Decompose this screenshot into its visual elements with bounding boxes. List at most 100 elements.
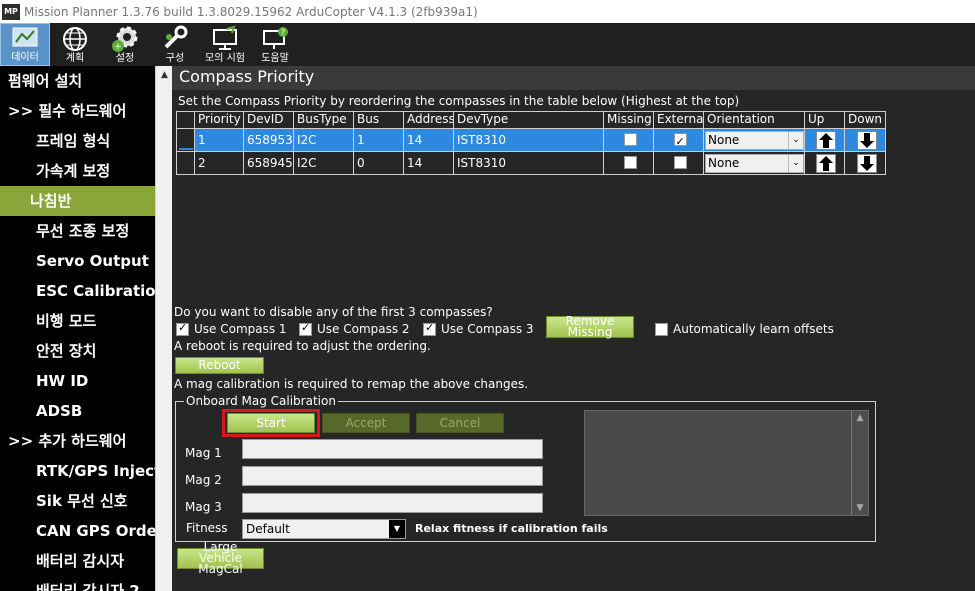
- scroll-down-icon[interactable]: ▼: [852, 501, 868, 515]
- sidebar-item-install-firmware[interactable]: 펌웨어 설치: [0, 66, 155, 96]
- sidebar-item-flight-modes[interactable]: 비행 모드: [0, 306, 155, 336]
- sidebar-item-accel-calibration[interactable]: 가속계 보정: [0, 156, 155, 186]
- mag3-progress: [242, 493, 543, 513]
- chevron-down-icon[interactable]: ⌄: [788, 155, 803, 172]
- page-title: Compass Priority: [172, 66, 975, 90]
- move-down-button[interactable]: [856, 154, 877, 173]
- sidebar-item-frame-type[interactable]: 프레임 형식: [0, 126, 155, 156]
- mag2-label: Mag 2: [185, 473, 222, 487]
- sidebar-scrollbar[interactable]: ▲: [155, 66, 172, 591]
- gear-icon: +: [112, 26, 138, 52]
- row-header[interactable]: [177, 152, 195, 174]
- cell-missing: [604, 152, 654, 174]
- log-scrollbar[interactable]: ▲ ▼: [851, 411, 868, 515]
- toolbar-plan-button[interactable]: 계획: [50, 23, 100, 66]
- use-compass-1-checkbox[interactable]: Use Compass 1: [176, 321, 287, 336]
- cell-external: [654, 129, 704, 151]
- start-button[interactable]: Start: [227, 413, 315, 433]
- chevron-down-icon[interactable]: ⌄: [788, 132, 803, 149]
- cell-bustype: I2C: [294, 152, 354, 174]
- remove-missing-button[interactable]: Remove Missing: [546, 315, 634, 338]
- external-checkbox[interactable]: [673, 131, 687, 151]
- sidebar-item-battery-monitor[interactable]: 배터리 감시자: [0, 546, 155, 576]
- sidebar-item-adsb[interactable]: ADSB: [0, 396, 155, 426]
- toolbar-config-button[interactable]: 구성: [150, 23, 200, 66]
- auto-learn-offsets-checkbox[interactable]: Automatically learn offsets: [655, 322, 834, 336]
- calibration-log[interactable]: ▲ ▼: [584, 410, 869, 516]
- sidebar-item-battery-monitor-2[interactable]: 배터리 감시자 2: [0, 576, 155, 591]
- column-header-address: Address: [404, 112, 454, 128]
- setup-sidebar: 펌웨어 설치 >> 필수 하드웨어 프레임 형식 가속계 보정 나침반 무선 조…: [0, 66, 155, 591]
- column-header-bustype: BusType: [294, 112, 354, 128]
- mag1-progress: [242, 439, 543, 459]
- column-header-priority: Priority: [195, 112, 244, 128]
- table-row[interactable]: 2 658945 I2C 0 14 IST8310 None ⌄: [177, 151, 885, 174]
- priority-instructions: Set the Compass Priority by reordering t…: [178, 94, 740, 108]
- sidebar-item-mandatory-hardware[interactable]: >> 필수 하드웨어: [0, 96, 155, 126]
- compass-panel: Compass Priority Set the Compass Priorit…: [172, 66, 975, 591]
- sidebar-item-can-gps-order[interactable]: CAN GPS Order: [0, 516, 155, 546]
- sidebar-item-hw-id[interactable]: HW ID: [0, 366, 155, 396]
- cell-priority: 2: [195, 152, 244, 174]
- sidebar-item-servo-output[interactable]: Servo Output: [0, 246, 155, 276]
- scroll-up-icon[interactable]: ▲: [852, 411, 868, 425]
- missing-checkbox[interactable]: [623, 133, 637, 146]
- onboard-mag-calibration-group: Onboard Mag Calibration Start Accept Can…: [175, 394, 876, 542]
- window-title: Mission Planner 1.3.76 build 1.3.8029.15…: [24, 4, 478, 19]
- cell-bus: 0: [354, 152, 404, 174]
- toolbar-setup-button[interactable]: + 설정: [100, 23, 150, 66]
- accept-button[interactable]: Accept: [322, 413, 410, 433]
- disable-compass-question: Do you want to disable any of the first …: [174, 305, 493, 319]
- scroll-up-icon[interactable]: ▲: [156, 66, 173, 83]
- move-up-button[interactable]: [816, 131, 836, 150]
- arrow-up-icon: [819, 133, 833, 148]
- cell-devtype: IST8310: [454, 152, 604, 174]
- reboot-button[interactable]: Reboot: [175, 357, 264, 374]
- sidebar-item-sik-radio[interactable]: Sik 무선 신호: [0, 486, 155, 516]
- toolbar-help-button[interactable]: ? 도움말: [250, 23, 300, 66]
- compass-priority-table: Priority DevID BusType Bus Address DevTy…: [176, 111, 886, 175]
- move-up-button[interactable]: [816, 154, 836, 173]
- row-header[interactable]: [177, 129, 195, 151]
- fitness-select[interactable]: Default ▼: [242, 519, 406, 539]
- table-header: Priority DevID BusType Bus Address DevTy…: [177, 112, 885, 128]
- auto-learn-box[interactable]: [655, 322, 668, 336]
- cell-down: [845, 129, 885, 151]
- missing-checkbox[interactable]: [623, 156, 637, 169]
- orientation-select[interactable]: None ⌄: [705, 154, 804, 173]
- chevron-down-icon[interactable]: ▼: [389, 520, 405, 538]
- large-vehicle-magcal-button[interactable]: Large Vehicle MagCal: [177, 541, 264, 575]
- sidebar-item-rtk-gps-inject[interactable]: RTK/GPS Inject: [0, 456, 155, 486]
- use-compass-3-box[interactable]: [423, 321, 436, 336]
- use-compass-2-box[interactable]: [299, 321, 312, 336]
- mag2-progress: [242, 466, 543, 486]
- use-compass-2-checkbox[interactable]: Use Compass 2: [299, 321, 410, 336]
- arrow-up-icon: [819, 156, 833, 171]
- help-icon: ?: [263, 27, 288, 49]
- sidebar-item-radio-calibration[interactable]: 무선 조종 보정: [0, 216, 155, 246]
- toolbar-simulation-button[interactable]: 모의 시험: [200, 23, 250, 66]
- sidebar-item-compass[interactable]: 나침반: [0, 186, 155, 216]
- table-row[interactable]: 1 658953 I2C 1 14 IST8310 None⌄: [177, 128, 885, 151]
- sidebar-item-optional-hardware[interactable]: >> 추가 하드웨어: [0, 426, 155, 456]
- toolbar-data-button[interactable]: 데이터: [0, 23, 50, 66]
- cell-bustype: I2C: [294, 129, 354, 151]
- wrench-icon: [164, 25, 188, 49]
- orientation-select[interactable]: None ⌄: [705, 131, 804, 150]
- row-selection-marker: [179, 148, 193, 150]
- use-compass-3-checkbox[interactable]: Use Compass 3: [423, 321, 534, 336]
- mag-calibration-note: A mag calibration is required to remap t…: [174, 377, 529, 391]
- sidebar-item-esc-calibration[interactable]: ESC Calibration: [0, 276, 155, 306]
- app-logo-icon: MP: [2, 3, 20, 20]
- cell-devid: 658945: [244, 152, 294, 174]
- move-down-button[interactable]: [856, 131, 877, 150]
- cell-address: 14: [404, 152, 454, 174]
- use-compass-1-box[interactable]: [176, 321, 189, 336]
- data-icon: [12, 27, 38, 47]
- column-header-bus: Bus: [354, 112, 404, 128]
- column-header-up: Up: [805, 112, 845, 128]
- sidebar-item-failsafe[interactable]: 안전 장치: [0, 336, 155, 366]
- external-checkbox[interactable]: [673, 156, 687, 169]
- cancel-button[interactable]: Cancel: [416, 413, 504, 433]
- mag3-label: Mag 3: [185, 500, 222, 514]
